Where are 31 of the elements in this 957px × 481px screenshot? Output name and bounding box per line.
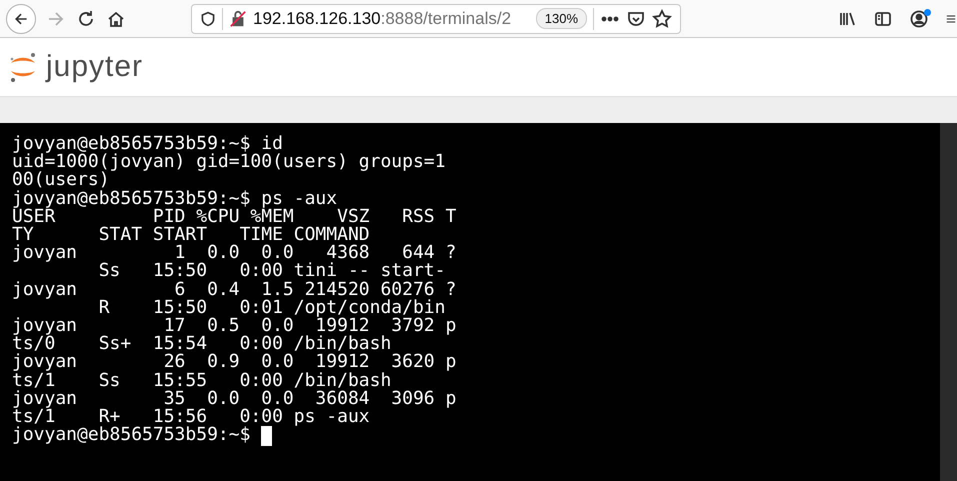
- reload-icon[interactable]: [76, 8, 96, 28]
- terminal-line: ts/0 Ss+ 15:54 0:00 /bin/bash: [12, 335, 392, 354]
- jupyter-logo-text: jupyter: [46, 50, 144, 84]
- terminal-line: uid=1000(jovyan) gid=100(users) groups=1: [12, 153, 446, 172]
- terminal-line: jovyan 6 0.4 1.5 214520 60276 ?: [12, 280, 458, 299]
- terminal-line: USER PID %CPU %MEM VSZ RSS T: [12, 208, 458, 226]
- terminal-line: jovyan 1 0.0 0.0 4368 644 ?: [12, 244, 458, 262]
- back-button[interactable]: [6, 4, 36, 34]
- terminal-line: jovyan 35 0.0 0.0 36084 3096 p: [12, 390, 458, 408]
- scrollbar[interactable]: [940, 123, 957, 481]
- terminal-cursor: [261, 426, 272, 446]
- terminal-line: ts/1 Ss 15:55 0:00 /bin/bash: [12, 372, 392, 390]
- url-host: 192.168.126.130: [253, 8, 381, 28]
- terminal-line: Ss 15:50 0:00 tini -- start-: [98, 262, 446, 281]
- terminal-line: jovyan@eb8565753b59:~$ id: [12, 135, 283, 154]
- terminal-line: jovyan 26 0.9 0.0 19912 3620 p: [12, 353, 458, 372]
- address-bar[interactable]: 192.168.126.130:8888/terminals/2 130%: [191, 4, 681, 34]
- terminal-line: 00(users): [12, 171, 110, 190]
- terminal-prompt: jovyan@eb8565753b59:~$: [12, 426, 252, 446]
- url-path: :8888/terminals/2: [380, 8, 512, 28]
- account-icon[interactable]: [909, 8, 929, 28]
- terminal-line: ts/1 R+ 15:56 0:00 ps -aux: [12, 408, 371, 426]
- terminal-line: TY STAT START TIME COMMAND: [12, 226, 371, 244]
- terminal-line: R 15:50 0:01 /opt/conda/bin: [98, 298, 446, 318]
- star-icon[interactable]: [652, 8, 672, 28]
- zoom-badge[interactable]: 130%: [536, 8, 587, 29]
- insecure-lock-icon[interactable]: [229, 10, 247, 28]
- jupyter-logo-icon: [8, 50, 38, 84]
- terminal-line: jovyan@eb8565753b59:~$ ps -aux: [12, 190, 338, 208]
- shield-icon[interactable]: [200, 10, 216, 26]
- terminal-line: jovyan 17 0.5 0.0 19912 3792 p: [12, 317, 458, 336]
